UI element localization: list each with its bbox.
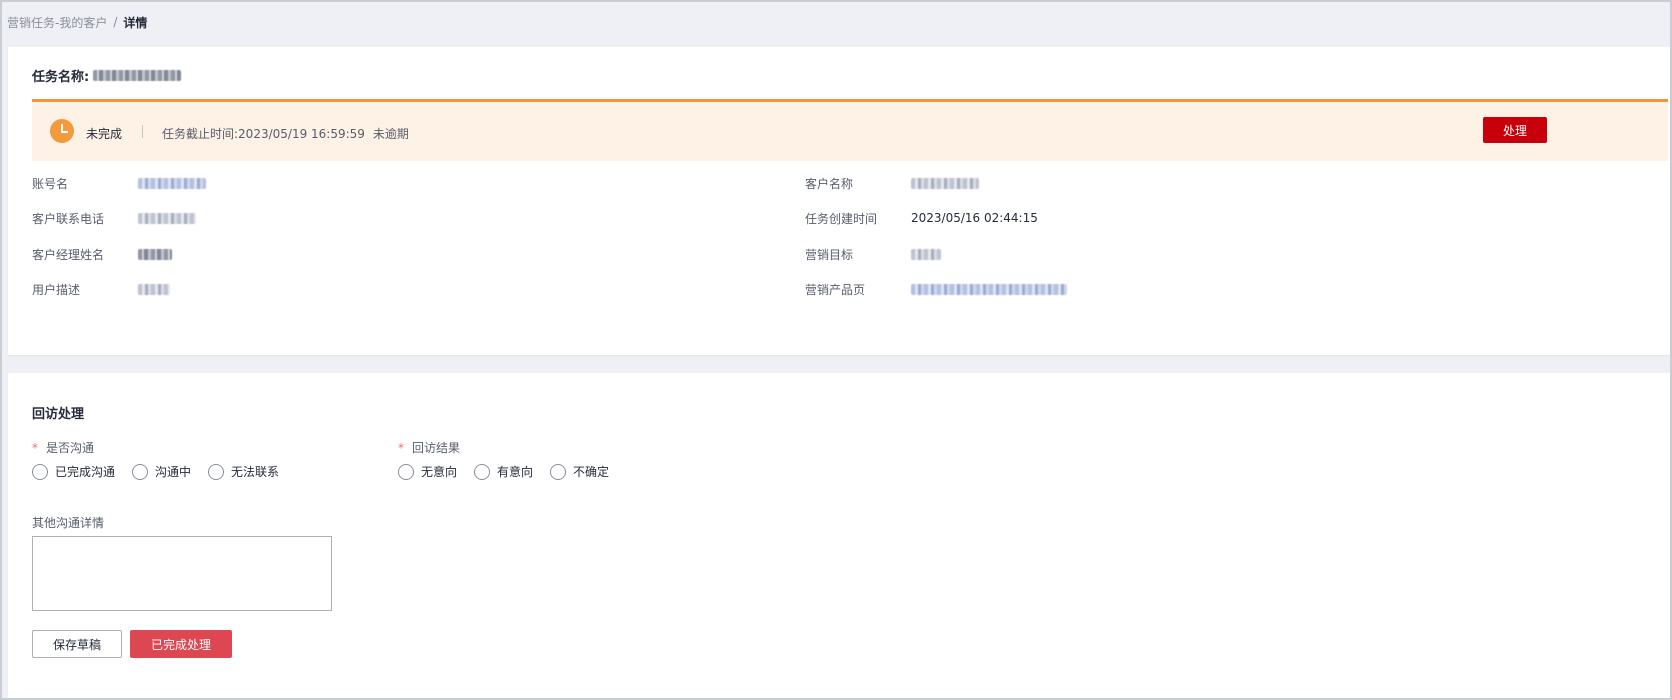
radio-button[interactable] [208, 463, 225, 480]
radio-label: 无法联系 [231, 465, 280, 479]
info-label: 客户名称 [805, 176, 854, 191]
result-label: * 回访结果 [398, 439, 460, 456]
communicated-label: * 是否沟通 [32, 439, 94, 456]
info-value: 2023/05/16 02:44:15 [911, 211, 1038, 225]
communicated-radio-group: 已完成沟通 沟通中 无法联系 [32, 463, 296, 480]
status-divider [142, 125, 143, 138]
radio-button[interactable] [550, 463, 567, 480]
radio-no-intent[interactable]: 无意向 [398, 463, 457, 480]
task-title: 任务名称: [32, 65, 182, 85]
clock-icon [50, 119, 74, 143]
page-frame: 营销任务-我的客户 / 详情 任务名称: 未完成 任务截止时间:2023/05/… [0, 0, 1672, 700]
task-title-value-redacted [93, 69, 182, 81]
deadline-value: 2023/05/19 16:59:59 [238, 127, 365, 141]
radio-button[interactable] [474, 463, 491, 480]
details-textarea[interactable] [32, 536, 332, 611]
radio-label: 不确定 [573, 465, 610, 479]
breadcrumb: 营销任务-我的客户 / 详情 [7, 14, 147, 30]
save-draft-button[interactable]: 保存草稿 [32, 630, 122, 658]
info-value-redacted [911, 177, 979, 189]
task-detail-card: 任务名称: 未完成 任务截止时间:2023/05/19 16:59:59 未逾期 … [8, 47, 1670, 355]
complete-button[interactable]: 已完成处理 [130, 630, 232, 658]
info-value-redacted [911, 248, 941, 260]
followup-card: 回访处理 * 是否沟通 已完成沟通 沟通中 无法联系 * 回访结果 无意向 有意… [8, 373, 1670, 698]
section-title: 回访处理 [32, 407, 85, 422]
info-label: 客户联系电话 [32, 211, 105, 226]
status-state: 未完成 [86, 127, 123, 141]
info-product-page: 营销产品页 [805, 281, 1067, 297]
result-radio-group: 无意向 有意向 不确定 [398, 463, 626, 480]
info-value-redacted [138, 212, 196, 224]
radio-label: 已完成沟通 [55, 465, 116, 479]
info-label: 任务创建时间 [805, 211, 878, 226]
radio-label: 有意向 [497, 465, 534, 479]
handle-button[interactable]: 处理 [1483, 117, 1547, 143]
task-title-label: 任务名称: [32, 69, 90, 85]
radio-unreachable[interactable]: 无法联系 [208, 463, 279, 480]
deadline-info: 任务截止时间:2023/05/19 16:59:59 未逾期 [162, 125, 409, 142]
details-label: 其他沟通详情 [32, 516, 105, 530]
breadcrumb-parent-link[interactable]: 营销任务-我的客户 [7, 14, 107, 31]
communicated-label-text: 是否沟通 [46, 441, 95, 455]
radio-communicated-done[interactable]: 已完成沟通 [32, 463, 115, 480]
deadline-label: 任务截止时间: [162, 127, 239, 141]
info-label: 用户描述 [32, 282, 81, 297]
info-user-description: 用户描述 [32, 281, 170, 297]
radio-button[interactable] [132, 463, 149, 480]
radio-button[interactable] [398, 463, 414, 480]
radio-button[interactable] [32, 463, 48, 480]
info-account-name: 账号名 [32, 175, 206, 191]
breadcrumb-separator: / [113, 15, 118, 29]
product-page-link-redacted[interactable] [911, 283, 1067, 295]
info-label: 账号名 [32, 176, 69, 191]
radio-label: 沟通中 [155, 465, 192, 479]
info-label: 营销目标 [805, 247, 854, 262]
info-value-redacted [138, 248, 172, 260]
breadcrumb-current: 详情 [123, 15, 148, 30]
info-value-redacted [138, 283, 170, 295]
info-label: 营销产品页 [805, 282, 866, 297]
info-value-redacted [138, 177, 206, 189]
radio-label: 无意向 [421, 465, 458, 479]
radio-uncertain[interactable]: 不确定 [550, 463, 609, 480]
info-task-created: 任务创建时间 2023/05/16 02:44:15 [805, 210, 1038, 226]
info-marketing-goal: 营销目标 [805, 246, 941, 262]
overdue-status: 未逾期 [372, 127, 409, 141]
radio-communicating[interactable]: 沟通中 [132, 463, 191, 480]
info-customer-phone: 客户联系电话 [32, 210, 196, 226]
info-manager-name: 客户经理姓名 [32, 246, 172, 262]
result-label-text: 回访结果 [412, 441, 461, 455]
task-status-bar: 未完成 任务截止时间:2023/05/19 16:59:59 未逾期 处理 [32, 99, 1668, 161]
required-mark: * [32, 441, 38, 455]
info-customer-name: 客户名称 [805, 175, 979, 191]
task-info-grid: 账号名 客户联系电话 客户经理姓名 用户描述 客户名称 任务创建时间 2023/… [32, 175, 1668, 315]
required-mark: * [398, 441, 404, 455]
radio-has-intent[interactable]: 有意向 [474, 463, 533, 480]
info-label: 客户经理姓名 [32, 247, 105, 262]
